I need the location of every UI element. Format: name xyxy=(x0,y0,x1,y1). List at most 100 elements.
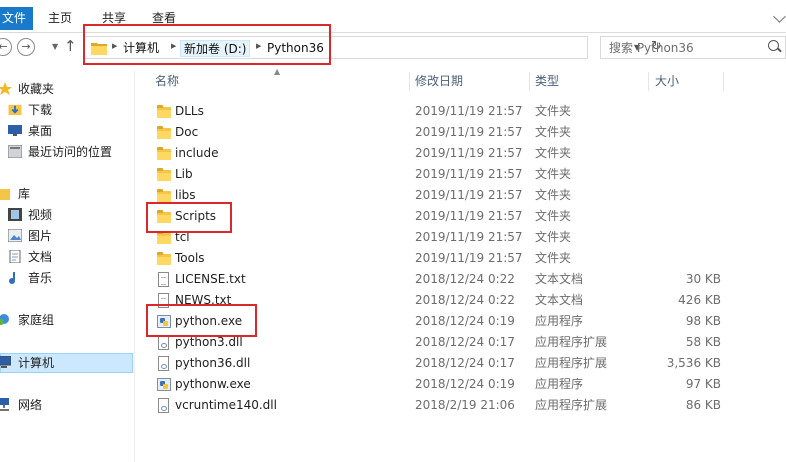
search-input[interactable] xyxy=(607,37,761,59)
column-header-type[interactable]: 类型 xyxy=(535,70,559,92)
folder-icon xyxy=(156,230,172,246)
library-icon xyxy=(0,189,10,200)
file-date: 2019/11/19 21:57 xyxy=(415,125,523,139)
file-type: 应用程序扩展 xyxy=(535,356,608,370)
back-button[interactable]: ← xyxy=(0,38,12,56)
up-arrow-icon[interactable]: ↑ xyxy=(64,37,77,55)
file-date: 2019/11/19 21:57 xyxy=(415,251,523,265)
file-size: 86 KB xyxy=(685,398,721,412)
file-row[interactable]: pythonw.exe 2018/12/24 0:19 应用程序 97 KB xyxy=(148,374,786,395)
breadcrumb-separator-icon[interactable]: ▶ xyxy=(112,42,117,50)
file-row[interactable]: vcruntime140.dll 2018/2/19 21:06 应用程序扩展 … xyxy=(148,395,786,416)
file-name: vcruntime140.dll xyxy=(175,398,277,412)
folder-icon xyxy=(156,167,172,183)
desktop-icon xyxy=(8,125,22,136)
column-divider[interactable] xyxy=(648,72,649,91)
text-file-icon xyxy=(156,293,172,309)
file-size: 98 KB xyxy=(685,314,721,328)
folder-icon xyxy=(156,251,172,267)
pictures-icon xyxy=(8,229,22,242)
expand-ribbon-icon[interactable] xyxy=(773,10,786,23)
file-name: include xyxy=(175,146,219,160)
recent-places-icon xyxy=(8,145,22,158)
file-row[interactable]: include 2019/11/19 21:57 文件夹 xyxy=(148,143,786,164)
file-row[interactable]: Scripts 2019/11/19 21:57 文件夹 xyxy=(148,206,786,227)
file-name: Doc xyxy=(175,125,199,139)
search-box[interactable] xyxy=(600,36,786,59)
file-name: DLLs xyxy=(175,104,204,118)
file-row[interactable]: Lib 2019/11/19 21:57 文件夹 xyxy=(148,164,786,185)
file-type: 文件夹 xyxy=(535,230,572,244)
file-date: 2019/11/19 21:57 xyxy=(415,230,523,244)
download-folder-icon xyxy=(8,104,22,116)
file-type: 应用程序 xyxy=(535,314,584,328)
file-row[interactable]: tcl 2019/11/19 21:57 文件夹 xyxy=(148,227,786,248)
file-row[interactable]: python36.dll 2018/12/24 0:17 应用程序扩展 3,53… xyxy=(148,353,786,374)
column-divider[interactable] xyxy=(723,72,724,91)
column-header-date[interactable]: 修改日期 xyxy=(415,70,463,92)
dll-file-icon xyxy=(156,356,172,372)
search-icon[interactable] xyxy=(768,40,779,51)
folder-icon xyxy=(156,209,172,225)
tab-file[interactable]: 文件 xyxy=(0,7,33,30)
file-type: 应用程序扩展 xyxy=(535,335,608,349)
tab-share[interactable]: 共享 xyxy=(102,7,126,30)
computer-icon xyxy=(0,356,11,368)
file-row[interactable]: libs 2019/11/19 21:57 文件夹 xyxy=(148,185,786,206)
file-name: Scripts xyxy=(175,209,217,223)
file-date: 2018/12/24 0:19 xyxy=(415,314,515,328)
file-date: 2019/11/19 21:57 xyxy=(415,146,523,160)
file-type: 文件夹 xyxy=(535,104,572,118)
file-row[interactable]: DLLs 2019/11/19 21:57 文件夹 xyxy=(148,101,786,122)
file-type: 应用程序扩展 xyxy=(535,398,608,412)
file-name: python3.dll xyxy=(175,335,243,349)
dll-file-icon xyxy=(156,398,172,414)
file-row[interactable]: Tools 2019/11/19 21:57 文件夹 xyxy=(148,248,786,269)
text-file-icon xyxy=(156,272,172,288)
file-type: 应用程序 xyxy=(535,377,584,391)
file-date: 2019/11/19 21:57 xyxy=(415,104,523,118)
navigation-pane: 收藏夹 下载 桌面 最近访问的位置 库 视频 图片 文档 音乐 家庭组 计算机 xyxy=(0,70,135,462)
forward-button[interactable]: → xyxy=(17,38,35,56)
file-row[interactable]: python3.dll 2018/12/24 0:17 应用程序扩展 58 KB xyxy=(148,332,786,353)
address-bar[interactable]: ▶ 计算机 ▶ 新加卷 (D:) ▶ Python36 ▼ ↻ xyxy=(84,36,662,59)
file-name: LICENSE.txt xyxy=(175,272,246,286)
file-type: 文件夹 xyxy=(535,125,572,139)
file-date: 2018/2/19 21:06 xyxy=(415,398,515,412)
sort-ascending-icon: ▲ xyxy=(274,67,281,76)
file-row[interactable]: NEWS.txt 2018/12/24 0:22 文本文档 426 KB xyxy=(148,290,786,311)
file-size: 426 KB xyxy=(678,293,721,307)
file-type: 文本文档 xyxy=(535,293,584,307)
file-name: pythonw.exe xyxy=(175,377,251,391)
star-icon xyxy=(0,82,12,95)
documents-icon xyxy=(9,250,21,263)
folder-icon xyxy=(156,146,172,162)
file-type: 文件夹 xyxy=(535,146,572,160)
tab-home[interactable]: 主页 xyxy=(48,7,72,30)
file-row[interactable]: Doc 2019/11/19 21:57 文件夹 xyxy=(148,122,786,143)
python-exe-icon xyxy=(156,377,172,393)
column-header-name[interactable]: 名称 xyxy=(155,70,179,92)
folder-icon xyxy=(156,104,172,120)
recent-locations-chevron-icon[interactable]: ▼ xyxy=(52,42,58,51)
navigation-bar: ← → ▼ ↑ ▶ 计算机 ▶ 新加卷 (D:) ▶ Python36 ▼ ↻ xyxy=(0,33,786,63)
file-date: 2018/12/24 0:22 xyxy=(415,293,515,307)
file-row[interactable]: python.exe 2018/12/24 0:19 应用程序 98 KB xyxy=(148,311,786,332)
breadcrumb-python36[interactable]: Python36 xyxy=(267,40,324,57)
column-divider[interactable] xyxy=(529,72,530,91)
column-divider[interactable] xyxy=(409,72,410,91)
column-header-size[interactable]: 大小 xyxy=(655,70,679,92)
file-row[interactable]: LICENSE.txt 2018/12/24 0:22 文本文档 30 KB xyxy=(148,269,786,290)
tab-view[interactable]: 查看 xyxy=(152,7,176,30)
file-name: NEWS.txt xyxy=(175,293,232,307)
breadcrumb-drive-d[interactable]: 新加卷 (D:) xyxy=(180,40,251,57)
file-size: 58 KB xyxy=(685,335,721,349)
file-name: python.exe xyxy=(175,314,243,328)
ribbon: 文件 主页 共享 查看 xyxy=(0,0,786,33)
breadcrumb-computer[interactable]: 计算机 xyxy=(123,40,159,57)
file-date: 2019/11/19 21:57 xyxy=(415,167,523,181)
breadcrumb-separator-icon[interactable]: ▶ xyxy=(171,42,176,50)
file-type: 文件夹 xyxy=(535,188,572,202)
file-size: 97 KB xyxy=(685,377,721,391)
breadcrumb-separator-icon[interactable]: ▶ xyxy=(256,42,261,50)
